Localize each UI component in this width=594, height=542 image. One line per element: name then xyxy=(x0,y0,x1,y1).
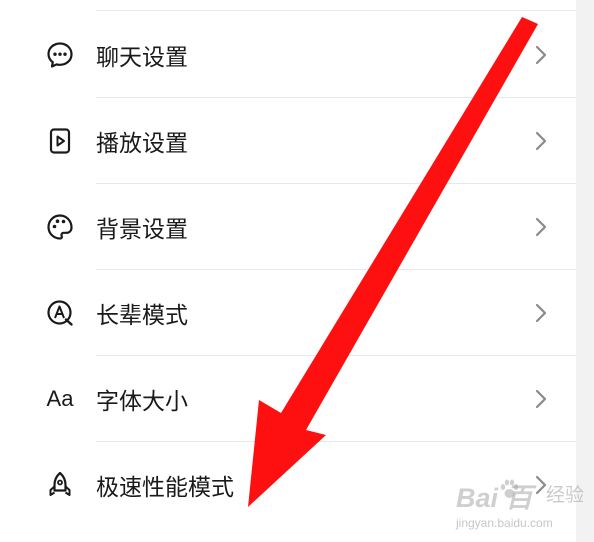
chevron-right-icon xyxy=(535,389,547,409)
settings-item-elder-mode[interactable]: 长辈模式 xyxy=(0,270,576,356)
top-divider xyxy=(96,10,576,11)
chat-bubble-icon xyxy=(44,39,76,71)
settings-item-label: 长辈模式 xyxy=(96,303,188,329)
watermark-url: jingyan.baidu.com xyxy=(456,516,553,530)
settings-item-label: 聊天设置 xyxy=(96,45,188,71)
chevron-right-icon xyxy=(535,131,547,151)
palette-icon xyxy=(44,211,76,243)
chevron-right-icon xyxy=(535,303,547,323)
watermark-logo: Bai 百 xyxy=(456,483,533,513)
settings-item-label: 极速性能模式 xyxy=(96,475,234,501)
play-icon xyxy=(44,125,76,157)
elder-mode-icon xyxy=(44,297,76,329)
settings-item-label: 字体大小 xyxy=(96,389,188,415)
rocket-icon xyxy=(44,469,76,501)
font-size-icon-text: Aa xyxy=(46,386,74,411)
font-size-icon: Aa xyxy=(44,383,76,415)
baidu-watermark: Bai 百 经验 jingyan.baidu.com xyxy=(454,476,590,538)
watermark-suffix: 经验 xyxy=(545,485,584,506)
settings-item-label: 播放设置 xyxy=(96,131,188,157)
settings-item-playback[interactable]: 播放设置 xyxy=(0,98,576,184)
settings-item-label: 背景设置 xyxy=(96,217,188,243)
chevron-right-icon xyxy=(535,45,547,65)
settings-item-background[interactable]: 背景设置 xyxy=(0,184,576,270)
settings-panel: 聊天设置 播放设置 背景设置 长辈模式 Aa 字体大小 极速性能模式 xyxy=(0,0,576,542)
paw-icon xyxy=(500,479,519,498)
settings-item-font-size[interactable]: Aa 字体大小 xyxy=(0,356,576,442)
chevron-right-icon xyxy=(535,217,547,237)
settings-item-chat[interactable]: 聊天设置 xyxy=(0,12,576,98)
